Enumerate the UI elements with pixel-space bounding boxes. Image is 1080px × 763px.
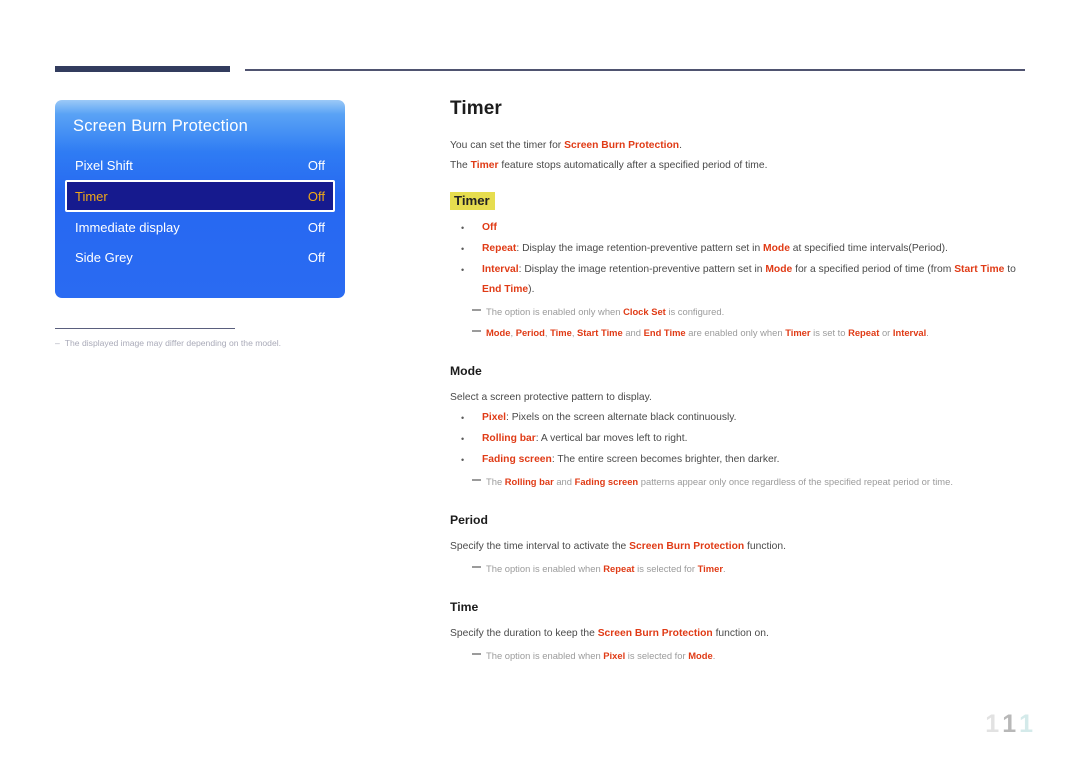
term-timer: Timer — [470, 160, 499, 171]
list-item: Pixel: Pixels on the screen alternate bl… — [450, 408, 1028, 428]
note-text: The option is enabled when — [486, 563, 604, 574]
intro-paragraph-1: You can set the timer for Screen Burn Pr… — [450, 136, 1028, 156]
osd-item-label: Immediate display — [75, 219, 180, 235]
osd-item-value: Off — [307, 219, 325, 235]
period-text-tail: function. — [744, 541, 786, 552]
term-timer: Timer — [697, 563, 723, 574]
osd-item-label: Side Grey — [75, 249, 133, 265]
osd-item-label: Timer — [75, 188, 108, 204]
list-item: Interval: Display the image retention-pr… — [450, 260, 1028, 300]
term-fading-screen: Fading screen — [482, 454, 552, 465]
note-text: The option is enabled when — [486, 650, 604, 661]
osd-panel-title: Screen Burn Protection — [73, 117, 248, 135]
page-title: Timer — [450, 98, 502, 119]
caption-divider — [55, 328, 235, 330]
osd-menu-list: Pixel Shift Off Timer Off Immediate disp… — [55, 150, 345, 272]
bullet-text: : Pixels on the screen alternate black c… — [506, 412, 737, 423]
note-time-enabled: The option is enabled when Pixel is sele… — [450, 646, 1028, 665]
osd-item-value: Off — [307, 249, 325, 265]
osd-item-value: Off — [307, 188, 325, 204]
section-heading-period: Period — [450, 513, 488, 527]
osd-item-label: Pixel Shift — [75, 157, 133, 173]
note-clock-set: The option is enabled only when Clock Se… — [450, 302, 1028, 321]
body-content-column: Timer You can set the timer for Screen B… — [450, 98, 1028, 665]
period-text: Specify the time interval to activate th… — [450, 541, 630, 552]
time-text: Specify the duration to keep the — [450, 628, 598, 639]
header-thick-rule — [55, 66, 230, 72]
term-rolling-bar: Rolling bar — [482, 433, 536, 444]
term-screen-burn-protection: Screen Burn Protection — [597, 628, 713, 639]
caption-text: The displayed image may differ depending… — [64, 338, 282, 349]
note-text: is selected for — [634, 563, 698, 574]
term-mode: Mode — [688, 650, 713, 661]
page-number-digit: 1 — [985, 710, 1003, 738]
left-illustration-column: Screen Burn Protection Pixel Shift Off T… — [55, 100, 345, 348]
page-number: 1 1 1 — [985, 712, 1036, 737]
time-intro-paragraph: Specify the duration to keep the Screen … — [450, 624, 1028, 644]
intro-text-tail: . — [679, 140, 682, 151]
intro-text: The — [450, 160, 471, 171]
mode-option-list: Pixel: Pixels on the screen alternate bl… — [450, 408, 1028, 470]
time-text-tail: function on. — [712, 628, 769, 639]
term-repeat: Repeat — [482, 243, 517, 254]
term-repeat: Repeat — [603, 563, 635, 574]
list-item: Fading screen: The entire screen becomes… — [450, 450, 1028, 470]
note-text: . — [712, 650, 716, 661]
note-text: is selected for — [625, 650, 689, 661]
bullet-text: : Display the image retention-preventive… — [516, 243, 948, 254]
list-item: Rolling bar: A vertical bar moves left t… — [450, 429, 1028, 449]
page-number-digit: 1 — [1002, 710, 1020, 738]
section-heading-mode: Mode — [450, 364, 482, 378]
list-item: Off — [450, 218, 1028, 238]
note-pattern-once: The Rolling bar and Fading screen patter… — [450, 472, 1028, 491]
bullet-text: : A vertical bar moves left to right. — [535, 433, 688, 444]
section-heading-time: Time — [450, 600, 479, 614]
mode-intro-paragraph: Select a screen protective pattern to di… — [450, 392, 652, 403]
osd-item-value: Off — [307, 157, 325, 173]
caption-dash: – — [55, 338, 60, 349]
note-timer-dependencies: Mode, Period, Time, Start Time and End T… — [450, 323, 1028, 342]
bullet-text: : The entire screen becomes brighter, th… — [551, 454, 780, 465]
illustration-caption: – The displayed image may differ dependi… — [55, 338, 345, 348]
list-item: Repeat: Display the image retention-prev… — [450, 239, 1028, 259]
term-interval: Interval — [482, 264, 519, 275]
period-intro-paragraph: Specify the time interval to activate th… — [450, 537, 1028, 557]
section-heading-timer: Timer — [450, 192, 495, 210]
intro-text: You can set the timer for — [450, 140, 565, 151]
timer-option-list: Off Repeat: Display the image retention-… — [450, 218, 1028, 300]
page-header-rules — [0, 0, 1080, 80]
osd-menu-item-pixel-shift[interactable]: Pixel Shift Off — [67, 150, 333, 180]
page-number-digit: 1 — [1019, 710, 1036, 738]
intro-paragraph-2: The Timer feature stops automatically af… — [450, 156, 1028, 176]
term-pixel: Pixel — [603, 650, 626, 661]
term-pixel: Pixel — [482, 412, 507, 423]
bullet-text: : Display the image retention-preventive… — [482, 264, 1016, 295]
term-off: Off — [482, 222, 497, 233]
term-screen-burn-protection: Screen Burn Protection — [564, 140, 680, 151]
intro-text-tail: feature stops automatically after a spec… — [498, 160, 768, 171]
osd-screen-burn-protection-panel: Screen Burn Protection Pixel Shift Off T… — [55, 100, 345, 298]
osd-menu-item-side-grey[interactable]: Side Grey Off — [67, 242, 333, 272]
note-text: . — [722, 563, 726, 574]
osd-menu-item-timer[interactable]: Timer Off — [65, 180, 335, 212]
note-period-enabled: The option is enabled when Repeat is sel… — [450, 559, 1028, 578]
osd-menu-item-immediate-display[interactable]: Immediate display Off — [67, 212, 333, 242]
header-thin-rule — [245, 69, 1025, 71]
term-screen-burn-protection: Screen Burn Protection — [629, 541, 745, 552]
